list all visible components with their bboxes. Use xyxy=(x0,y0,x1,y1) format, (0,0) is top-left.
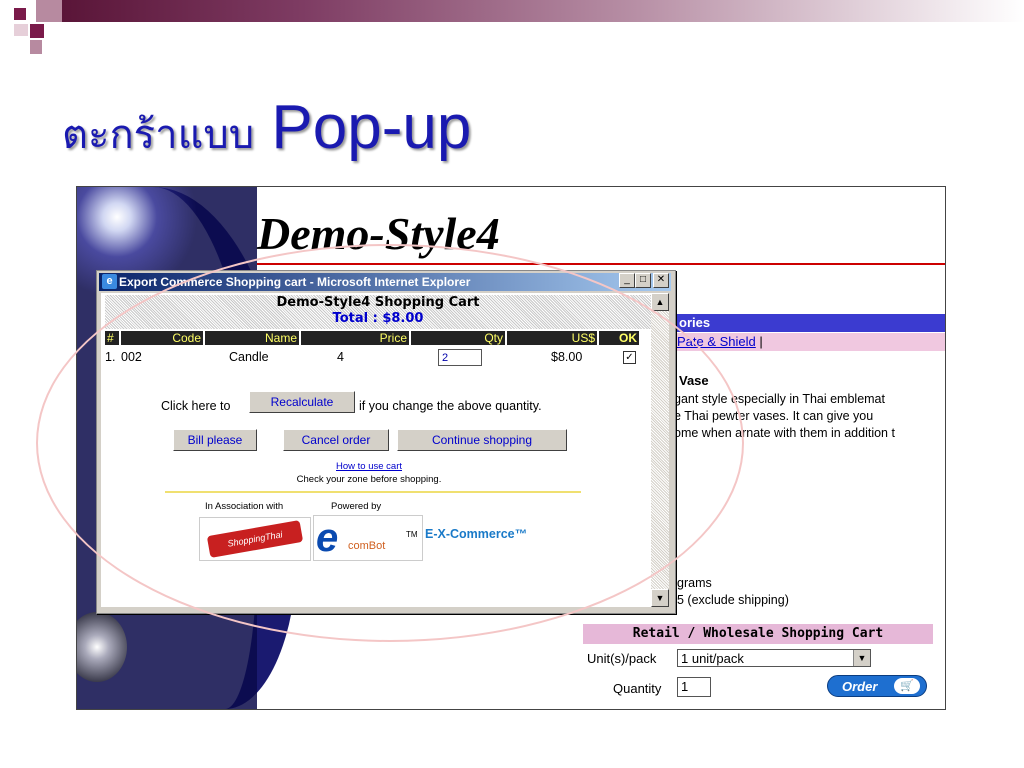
slide-title: ตะกร้าแบบ Pop-up xyxy=(62,88,471,175)
cart-title-block: Demo-Style4 Shopping Cart Total : $8.00 xyxy=(105,295,651,329)
check-zone-text: Check your zone before shopping. xyxy=(296,474,442,485)
shoppingthai-logo-text: ShoppingThai xyxy=(206,520,304,558)
cart-table-header: # Code Name Price Qty US$ OK xyxy=(105,331,641,345)
popup-window: e Export Commerce Shopping cart - Micros… xyxy=(96,270,676,614)
category-link-row: Pate & Shield | xyxy=(673,333,945,351)
scroll-up-icon[interactable]: ▲ xyxy=(651,293,669,311)
popup-body: Demo-Style4 Shopping Cart Total : $8.00 … xyxy=(101,293,651,607)
col-header: OK xyxy=(599,331,639,345)
divider xyxy=(165,491,581,493)
decor-square xyxy=(14,24,28,36)
product-description: gant style especially in Thai emblemat e… xyxy=(674,391,944,442)
decor-square xyxy=(30,24,44,38)
excommerce-link[interactable]: E-X-Commerce™ xyxy=(425,527,527,541)
col-header: Price xyxy=(301,331,409,345)
col-header: # xyxy=(105,331,119,345)
unit-select[interactable]: 1 unit/pack ▼ xyxy=(677,649,871,667)
price-line: 5 (exclude shipping) xyxy=(677,593,789,607)
cancel-order-button[interactable]: Cancel order xyxy=(283,429,389,451)
minimize-button[interactable]: _ xyxy=(619,273,635,288)
cell-name: Candle xyxy=(229,350,269,364)
scroll-down-icon[interactable]: ▼ xyxy=(651,589,669,607)
product-desc-line: gant style especially in Thai emblemat xyxy=(674,392,885,406)
ecombot-logo[interactable]: e comBot TM xyxy=(313,515,423,561)
decor-square xyxy=(14,8,26,20)
slide-title-thai: ตะกร้าแบบ xyxy=(62,112,255,158)
how-to-link[interactable]: How to use cart xyxy=(101,461,637,472)
unit-select-value: 1 unit/pack xyxy=(681,651,744,666)
powered-by-label: Powered by xyxy=(331,501,382,512)
unit-label: Unit(s)/pack xyxy=(587,651,657,666)
quantity-label: Quantity xyxy=(613,681,662,696)
site-divider xyxy=(257,263,945,265)
vertical-scrollbar[interactable]: ▲ ▼ xyxy=(651,293,669,607)
shoppingthai-logo[interactable]: ShoppingThai xyxy=(199,517,311,561)
cell-num: 1. xyxy=(105,350,116,364)
popup-titlebar[interactable]: e Export Commerce Shopping cart - Micros… xyxy=(99,273,671,291)
category-separator: | xyxy=(759,334,763,349)
cart-total: Total : $8.00 xyxy=(332,311,424,326)
ok-checkbox[interactable]: ✓ xyxy=(623,351,636,364)
product-desc-line: e Thai pewter vases. It can give you xyxy=(674,409,874,423)
continue-shopping-button[interactable]: Continue shopping xyxy=(397,429,567,451)
ecombot-logo-text: comBot xyxy=(348,540,386,552)
decor-square xyxy=(36,0,62,22)
site-title: Demo-Style4 xyxy=(257,208,500,259)
table-row: 1. 002 Candle 4 2 $8.00 ✓ xyxy=(105,347,641,367)
cart-icon: 🛒 xyxy=(894,678,920,694)
recalculate-button[interactable]: Recalculate xyxy=(249,391,355,413)
ecombot-logo-tm: TM xyxy=(406,530,418,539)
ecombot-logo-e: e xyxy=(316,516,339,560)
recalculate-hint: if you change the above quantity. xyxy=(359,399,542,413)
order-button-label: Order xyxy=(842,679,878,694)
product-desc-line: ome when arnate with them in addition t xyxy=(674,426,895,440)
qty-input[interactable]: 2 xyxy=(438,349,482,366)
quantity-input[interactable]: 1 xyxy=(677,677,711,697)
bill-please-button[interactable]: Bill please xyxy=(173,429,257,451)
cart-title: Demo-Style4 Shopping Cart xyxy=(276,295,480,310)
ie-icon: e xyxy=(102,274,117,289)
cart-heading: Retail / Wholesale Shopping Cart xyxy=(583,624,933,644)
association-label: In Association with xyxy=(205,501,284,512)
maximize-button[interactable]: □ xyxy=(635,273,651,288)
col-header: Name xyxy=(205,331,299,345)
chevron-down-icon[interactable]: ▼ xyxy=(853,650,870,666)
decor-square xyxy=(30,40,42,54)
popup-title: Export Commerce Shopping cart - Microsof… xyxy=(119,275,471,289)
col-header: Qty xyxy=(411,331,505,345)
col-header: US$ xyxy=(507,331,597,345)
slide-header-bar xyxy=(62,0,1024,22)
recalculate-line: Click here to xyxy=(161,399,230,413)
slide-title-latin: Pop-up xyxy=(271,93,472,162)
close-button[interactable]: ✕ xyxy=(653,273,669,288)
cell-price: 4 xyxy=(337,350,344,364)
product-weight: grams 5 (exclude shipping) xyxy=(677,575,789,609)
click-here-text: Click here to xyxy=(161,399,231,413)
product-title: Vase xyxy=(679,373,709,388)
cell-code: 002 xyxy=(121,350,142,364)
category-link[interactable]: Pate & Shield xyxy=(677,334,756,349)
col-header: Code xyxy=(121,331,203,345)
category-bar: ories xyxy=(673,314,945,332)
cell-usd: $8.00 xyxy=(551,350,583,364)
weight-line: grams xyxy=(677,576,712,590)
order-button[interactable]: Order 🛒 xyxy=(827,675,927,697)
